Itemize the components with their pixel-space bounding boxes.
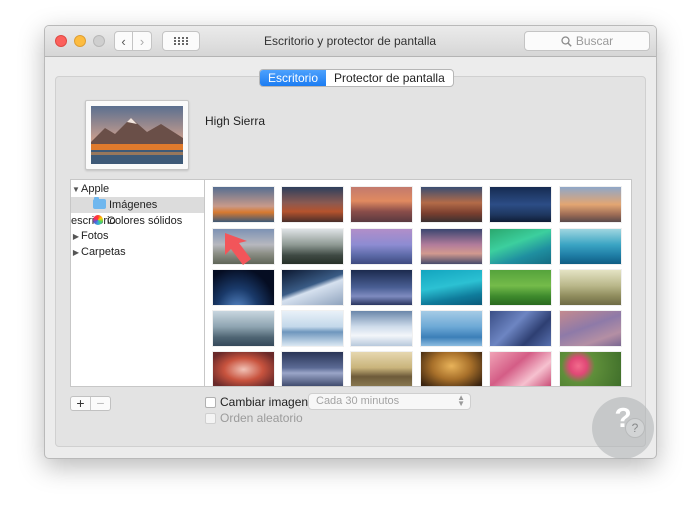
tab-bar: Escritorio Protector de pantalla bbox=[259, 69, 454, 87]
disclosure-collapsed-icon: ▶ bbox=[72, 232, 80, 241]
add-remove-buttons: + − bbox=[70, 396, 111, 411]
disclosure-expanded-icon: ▼ bbox=[72, 185, 80, 194]
search-placeholder: Buscar bbox=[575, 34, 614, 48]
sidebar-item-label: Apple bbox=[81, 183, 110, 195]
tab-protector-de-pantalla[interactable]: Protector de pantalla bbox=[326, 70, 453, 86]
wallpaper-thumbnail[interactable] bbox=[282, 187, 343, 222]
current-wallpaper-preview bbox=[85, 100, 189, 170]
window-title: Escritorio y protector de pantalla bbox=[263, 34, 437, 48]
wallpaper-thumbnail[interactable] bbox=[560, 229, 621, 264]
disclosure-collapsed-icon: ▶ bbox=[72, 248, 80, 257]
wallpaper-thumbnail[interactable] bbox=[213, 270, 274, 305]
source-list: ▼Apple Imágenes escritorio Colores sólid… bbox=[70, 179, 205, 387]
wallpaper-grid bbox=[205, 179, 632, 387]
change-interval-select[interactable]: Cada 30 minutos ▲ ▼ bbox=[308, 393, 471, 410]
chevron-left-icon: ‹ bbox=[121, 33, 126, 49]
sidebar-item-carpetas[interactable]: ▶ Carpetas bbox=[71, 244, 204, 260]
wallpaper-thumbnail[interactable] bbox=[421, 187, 482, 222]
sidebar-item-label: Colores sólidos bbox=[107, 215, 183, 227]
wallpaper-preview-image bbox=[91, 106, 183, 164]
search-icon bbox=[561, 35, 572, 47]
wallpaper-thumbnail[interactable] bbox=[213, 187, 274, 222]
sidebar-item-apple[interactable]: ▼Apple bbox=[71, 181, 204, 197]
wallpaper-thumbnail[interactable] bbox=[490, 270, 551, 305]
wallpaper-thumbnail[interactable] bbox=[351, 270, 412, 305]
sidebar-item-label: Carpetas bbox=[81, 246, 126, 258]
random-order-label: Orden aleatorio bbox=[220, 411, 303, 425]
sidebar-item-fotos[interactable]: ▶ Fotos bbox=[71, 228, 204, 244]
wallpaper-thumbnail[interactable] bbox=[421, 270, 482, 305]
navigation-buttons: ‹ › bbox=[114, 31, 152, 51]
wallpaper-thumbnail[interactable] bbox=[351, 229, 412, 264]
wallpaper-thumbnail[interactable] bbox=[351, 311, 412, 346]
random-order-checkbox[interactable] bbox=[205, 413, 216, 424]
system-preferences-window: ‹ › Escritorio y protector de pantalla B… bbox=[44, 25, 657, 459]
wallpaper-thumbnail[interactable] bbox=[213, 352, 274, 386]
wallpaper-thumbnail[interactable] bbox=[490, 229, 551, 264]
wallpaper-thumbnail[interactable] bbox=[282, 352, 343, 386]
sidebar-item-colores-solidos[interactable]: Colores sólidos bbox=[71, 213, 204, 229]
change-image-checkbox[interactable] bbox=[205, 397, 216, 408]
wallpaper-thumbnail[interactable] bbox=[490, 352, 551, 386]
wallpaper-thumbnail[interactable] bbox=[213, 311, 274, 346]
wallpaper-thumbnail[interactable] bbox=[560, 187, 621, 222]
close-window-button[interactable] bbox=[55, 35, 67, 47]
sidebar-item-label: Fotos bbox=[81, 230, 109, 242]
wallpaper-thumbnail[interactable] bbox=[560, 311, 621, 346]
wallpaper-thumbnail[interactable] bbox=[282, 311, 343, 346]
search-field[interactable]: Buscar bbox=[524, 31, 650, 51]
wallpaper-thumbnail[interactable] bbox=[560, 270, 621, 305]
annotation-arrow-icon bbox=[225, 233, 251, 265]
wallpaper-thumbnail[interactable] bbox=[282, 270, 343, 305]
wallpaper-thumbnail[interactable] bbox=[490, 187, 551, 222]
change-interval-value: Cada 30 minutos bbox=[316, 395, 400, 407]
wallpaper-thumbnail[interactable] bbox=[351, 352, 412, 386]
site-logo: ? bbox=[592, 397, 654, 459]
color-wheel-icon bbox=[93, 215, 103, 225]
back-button[interactable]: ‹ bbox=[114, 31, 133, 51]
remove-folder-button[interactable]: − bbox=[90, 396, 110, 410]
wallpaper-thumbnail[interactable] bbox=[421, 229, 482, 264]
add-folder-button[interactable]: + bbox=[71, 396, 90, 410]
wallpaper-thumbnail[interactable] bbox=[421, 311, 482, 346]
forward-button[interactable]: › bbox=[133, 31, 152, 51]
chevron-right-icon: › bbox=[139, 33, 145, 49]
sidebar-item-imagenes-escritorio[interactable]: Imágenes escritorio bbox=[71, 197, 204, 227]
wallpaper-thumbnail[interactable] bbox=[351, 187, 412, 222]
wallpaper-thumbnail[interactable] bbox=[490, 311, 551, 346]
wallpaper-thumbnail[interactable] bbox=[282, 229, 343, 264]
wallpaper-thumbnail[interactable] bbox=[421, 352, 482, 386]
change-image-label: Cambiar imagen: bbox=[220, 395, 312, 409]
current-wallpaper-name: High Sierra bbox=[205, 114, 266, 128]
tab-escritorio[interactable]: Escritorio bbox=[260, 70, 327, 86]
zoom-window-button[interactable] bbox=[93, 35, 105, 47]
logo-question-mark: ? bbox=[614, 402, 632, 433]
grid-icon bbox=[174, 37, 188, 45]
minimize-window-button[interactable] bbox=[74, 35, 86, 47]
title-bar: ‹ › Escritorio y protector de pantalla B… bbox=[45, 26, 656, 57]
folder-icon bbox=[93, 197, 106, 209]
updown-chevron-icon: ▲ ▼ bbox=[457, 393, 465, 408]
wallpaper-thumbnail[interactable] bbox=[560, 352, 621, 386]
show-all-button[interactable] bbox=[162, 31, 200, 51]
